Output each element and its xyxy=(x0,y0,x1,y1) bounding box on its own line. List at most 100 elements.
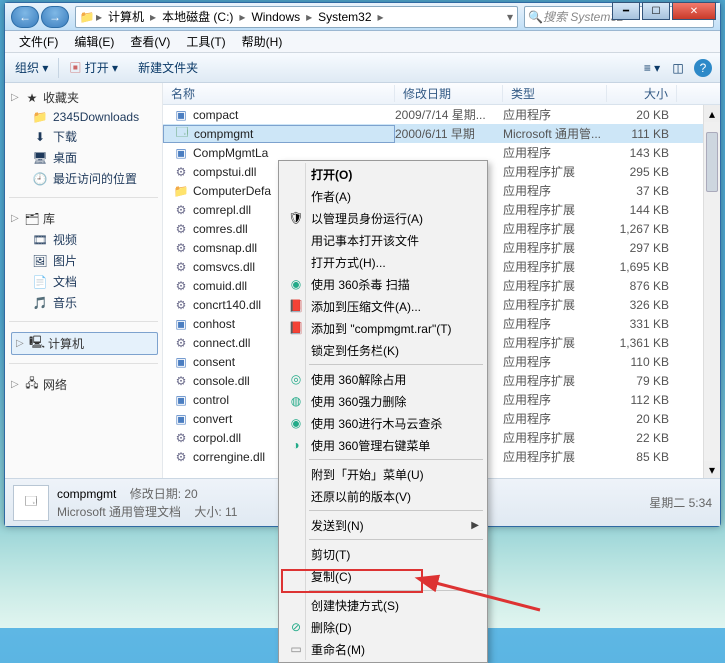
file-type: 应用程序 xyxy=(503,182,607,199)
sidebar-item-desktop[interactable]: 🖥桌面 xyxy=(11,147,158,168)
new-folder-button[interactable]: 新建文件夹 xyxy=(128,59,208,76)
sidebar-item-videos[interactable]: 🎞视频 xyxy=(11,229,158,250)
file-type: 应用程序扩展 xyxy=(503,201,607,218)
ctx-author[interactable]: 作者(A) xyxy=(281,185,485,207)
sidebar-computer[interactable]: ▷🖳计算机 xyxy=(11,332,158,355)
sidebar-item-documents[interactable]: 📄文档 xyxy=(11,271,158,292)
ctx-restore-versions[interactable]: 还原以前的版本(V) xyxy=(281,485,485,507)
sidebar-item-music[interactable]: 🎵音乐 xyxy=(11,292,158,313)
statusbar-datetime: 星期二 5:34 xyxy=(649,494,712,511)
breadcrumb-seg[interactable]: Windows xyxy=(247,10,304,24)
sidebar-item-pictures[interactable]: 🖼图片 xyxy=(11,250,158,271)
file-type: 应用程序扩展 xyxy=(503,277,607,294)
ctx-open-notepad[interactable]: 用记事本打开该文件 xyxy=(281,229,485,251)
ctx-force-delete-360[interactable]: ◍使用 360强力删除 xyxy=(281,390,485,412)
back-button[interactable]: ← xyxy=(11,6,39,28)
sidebar-item-recent[interactable]: 🕘最近访问的位置 xyxy=(11,168,158,189)
sidebar-favorites-header[interactable]: ▷★收藏夹 xyxy=(11,87,158,108)
ctx-add-archive[interactable]: 📕添加到压缩文件(A)... xyxy=(281,295,485,317)
desktop-icon: 🖥 xyxy=(33,151,47,165)
file-row[interactable]: 🗔compmgmt2000/6/11 早期Microsoft 通用管...111… xyxy=(163,124,720,143)
scroll-up-arrow[interactable]: ▴ xyxy=(704,105,720,122)
col-type[interactable]: 类型 xyxy=(503,85,607,102)
maximize-button[interactable]: ☐ xyxy=(642,2,670,20)
file-size: 876 KB xyxy=(607,279,669,293)
ctx-trojan-scan-360[interactable]: ◉使用 360进行木马云查杀 xyxy=(281,412,485,434)
col-name[interactable]: 名称 xyxy=(163,85,395,102)
file-icon: ▣ xyxy=(173,392,189,408)
ctx-scan-360[interactable]: ◉使用 360杀毒 扫描 xyxy=(281,273,485,295)
sidebar-item-2345downloads[interactable]: 📁2345Downloads xyxy=(11,108,158,126)
file-row[interactable]: ▣compact2009/7/14 星期...应用程序20 KB xyxy=(163,105,720,124)
ctx-create-shortcut[interactable]: 创建快捷方式(S) xyxy=(281,594,485,616)
scrollbar[interactable]: ▴ ▾ xyxy=(703,105,720,478)
file-type: 应用程序 xyxy=(503,353,607,370)
menu-edit[interactable]: 编辑(E) xyxy=(66,33,122,50)
ctx-cut[interactable]: 剪切(T) xyxy=(281,543,485,565)
ctx-send-to[interactable]: 发送到(N)▶ xyxy=(281,514,485,536)
breadcrumb[interactable]: 📁 ▸ 计算机▸ 本地磁盘 (C:)▸ Windows▸ System32▸ ▾ xyxy=(75,6,518,28)
ctx-run-as-admin[interactable]: 🛡以管理员身份运行(A) xyxy=(281,207,485,229)
statusbar-filename: compmgmt xyxy=(57,487,116,501)
file-size: 143 KB xyxy=(607,146,669,160)
ctx-open[interactable]: 打开(O) xyxy=(281,163,485,185)
file-size: 1,695 KB xyxy=(607,260,669,274)
unlock-icon: ◎ xyxy=(287,372,305,386)
file-type: 应用程序 xyxy=(503,410,607,427)
file-type: 应用程序扩展 xyxy=(503,372,607,389)
ctx-pin-taskbar[interactable]: 锁定到任务栏(K) xyxy=(281,339,485,361)
view-options-button[interactable]: ≡ ▾ xyxy=(642,58,662,78)
chevron-right-icon: ▶ xyxy=(471,520,479,531)
ctx-pin-start[interactable]: 附到「开始」菜单(U) xyxy=(281,463,485,485)
col-size[interactable]: 大小 xyxy=(607,85,677,102)
file-name: connect.dll xyxy=(193,336,250,350)
ctx-copy[interactable]: 复制(C) xyxy=(281,565,485,587)
close-button[interactable]: ✕ xyxy=(672,2,716,20)
open-button[interactable]: ▣ 打开 ▾ xyxy=(59,59,128,76)
file-size: 85 KB xyxy=(607,450,669,464)
ctx-unlock-360[interactable]: ◎使用 360解除占用 xyxy=(281,368,485,390)
scroll-down-arrow[interactable]: ▾ xyxy=(704,461,720,478)
sidebar-libraries-header[interactable]: ▷🗂库 xyxy=(11,208,158,229)
sidebar-item-downloads[interactable]: ⬇下载 xyxy=(11,126,158,147)
file-name: compmgmt xyxy=(194,127,253,141)
file-size: 297 KB xyxy=(607,241,669,255)
help-button[interactable]: ? xyxy=(694,59,712,77)
rename-icon: ▭ xyxy=(287,642,305,656)
download-icon: ⬇ xyxy=(33,130,47,144)
menu-tools[interactable]: 工具(T) xyxy=(178,33,233,50)
menu-help[interactable]: 帮助(H) xyxy=(234,33,291,50)
network-icon: 🖧 xyxy=(25,378,39,392)
video-icon: 🎞 xyxy=(33,233,47,247)
sidebar-network[interactable]: ▷🖧网络 xyxy=(11,374,158,395)
file-type: Microsoft 通用管... xyxy=(503,125,607,142)
preview-pane-button[interactable]: ◫ xyxy=(668,58,688,78)
menu-view[interactable]: 查看(V) xyxy=(122,33,178,50)
minimize-button[interactable]: ━ xyxy=(612,2,640,20)
file-size: 22 KB xyxy=(607,431,669,445)
ctx-menu-360[interactable]: ◑使用 360管理右键菜单 xyxy=(281,434,485,456)
recent-icon: 🕘 xyxy=(33,172,47,186)
ctx-rename[interactable]: ▭重命名(M) xyxy=(281,638,485,660)
music-icon: 🎵 xyxy=(33,296,47,310)
ctx-open-with[interactable]: 打开方式(H)... xyxy=(281,251,485,273)
library-icon: 🗂 xyxy=(25,212,39,226)
ctx-add-rar[interactable]: 📕添加到 "compmgmt.rar"(T) xyxy=(281,317,485,339)
breadcrumb-seg[interactable]: 计算机 xyxy=(104,8,148,25)
ctx-delete[interactable]: ⊘删除(D) xyxy=(281,616,485,638)
breadcrumb-seg[interactable]: 本地磁盘 (C:) xyxy=(158,8,237,25)
menubar: 文件(F) 编辑(E) 查看(V) 工具(T) 帮助(H) xyxy=(5,31,720,53)
scroll-thumb[interactable] xyxy=(706,132,718,192)
menu-file[interactable]: 文件(F) xyxy=(11,33,66,50)
file-icon: ⚙ xyxy=(173,373,189,389)
file-type: 应用程序扩展 xyxy=(503,220,607,237)
file-name: comres.dll xyxy=(193,222,248,236)
breadcrumb-seg[interactable]: System32 xyxy=(314,10,375,24)
forward-button[interactable]: → xyxy=(41,6,69,28)
file-icon: ⚙ xyxy=(173,240,189,256)
file-name: control xyxy=(193,393,229,407)
column-headers: 名称 修改日期 类型 大小 xyxy=(163,83,720,105)
organize-button[interactable]: 组织 ▾ xyxy=(5,59,58,76)
col-date[interactable]: 修改日期 xyxy=(395,85,503,102)
search-icon: 🔍 xyxy=(528,10,543,24)
